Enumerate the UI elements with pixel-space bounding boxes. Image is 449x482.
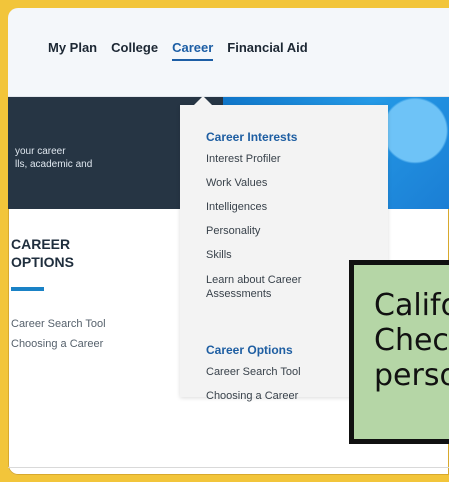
top-navigation-bar: My Plan College Career Financial Aid [8, 8, 449, 97]
dropdown-group-career-interests: Career Interests Interest Profiler Work … [206, 127, 301, 301]
dropdown-item-career-search-tool[interactable]: Career Search Tool [206, 360, 301, 384]
nav-my-plan[interactable]: My Plan [48, 40, 97, 61]
career-options-title: CAREER OPTIONS [11, 235, 111, 271]
dropdown-item-choosing-a-career[interactable]: Choosing a Career [206, 384, 301, 408]
callout-box: Califo Chec perso [349, 260, 449, 444]
nav-financial-aid[interactable]: Financial Aid [227, 40, 307, 61]
main-nav: My Plan College Career Financial Aid [48, 40, 308, 61]
section-title-line-2: OPTIONS [11, 254, 75, 270]
nav-college[interactable]: College [111, 40, 158, 61]
dropdown-group-career-options: Career Options Career Search Tool Choosi… [206, 340, 301, 408]
dropdown-item-skills[interactable]: Skills [206, 243, 301, 267]
hero-text: your career lls, academic and [15, 145, 92, 171]
hero-text-line-2: lls, academic and [15, 159, 93, 170]
callout-line-2: Chec [374, 323, 449, 358]
dropdown-item-intelligences[interactable]: Intelligences [206, 195, 301, 219]
callout-line-1: Califo [374, 288, 449, 323]
dropdown-heading-career-options[interactable]: Career Options [206, 340, 301, 360]
bottom-divider [8, 467, 449, 468]
dropdown-item-learn-about-career-assessments[interactable]: Learn about Career Assessments [206, 267, 301, 301]
nav-career[interactable]: Career [172, 40, 214, 61]
career-search-tool-link[interactable]: Career Search Tool [11, 314, 106, 334]
title-accent-bar [11, 287, 44, 291]
dropdown-item-personality[interactable]: Personality [206, 219, 301, 243]
dropdown-item-work-values[interactable]: Work Values [206, 171, 301, 195]
dropdown-item-learn-about-career-line-2: Assessments [206, 288, 272, 300]
section-title-line-1: CAREER [11, 236, 71, 252]
dropdown-item-learn-about-career-line-1: Learn about Career [206, 274, 302, 286]
choosing-a-career-link[interactable]: Choosing a Career [11, 334, 106, 354]
callout-text: Califo Chec perso [374, 288, 449, 393]
browser-frame: My Plan College Career Financial Aid you… [8, 8, 449, 475]
section-links: Career Search Tool Choosing a Career [11, 314, 106, 354]
dropdown-item-interest-profiler[interactable]: Interest Profiler [206, 147, 301, 171]
dropdown-heading-career-interests[interactable]: Career Interests [206, 127, 301, 147]
hero-text-line-1: your career [15, 146, 66, 157]
callout-line-3: perso [374, 358, 449, 393]
